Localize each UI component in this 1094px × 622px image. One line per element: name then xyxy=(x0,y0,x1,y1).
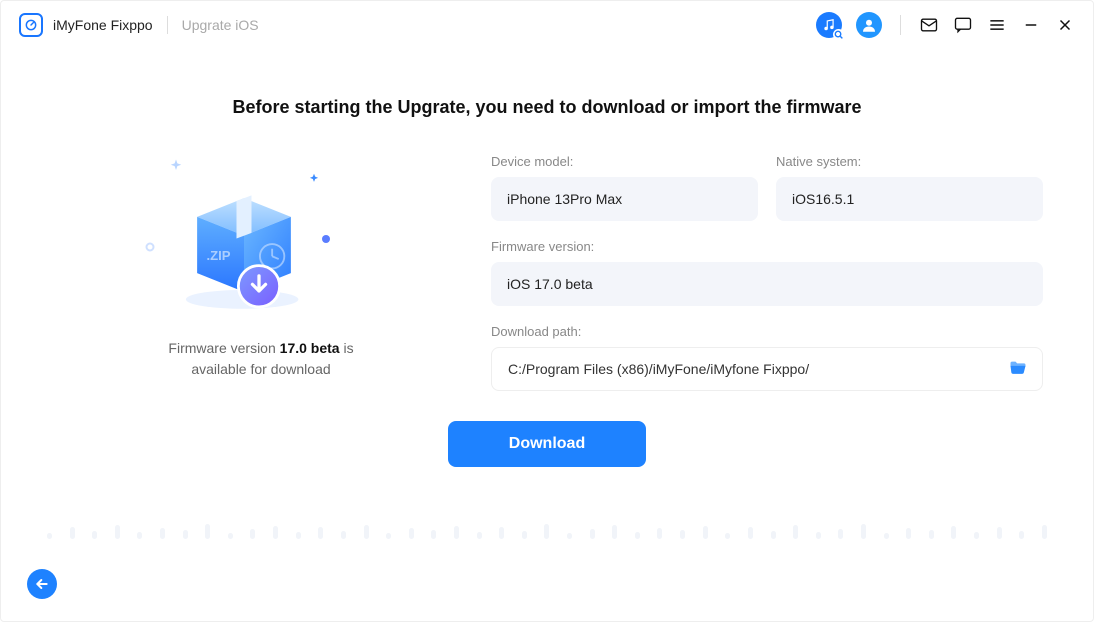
page-headline: Before starting the Upgrate, you need to… xyxy=(51,97,1043,118)
breadcrumb-page: Upgrate iOS xyxy=(182,17,259,33)
minimize-icon[interactable] xyxy=(1021,15,1041,35)
decorative-bars xyxy=(11,524,1083,539)
browse-folder-icon[interactable] xyxy=(1008,358,1028,381)
download-button[interactable]: Download xyxy=(448,421,646,467)
download-path-label: Download path: xyxy=(491,324,1043,339)
title-separator xyxy=(167,16,168,34)
svg-text:.ZIP: .ZIP xyxy=(207,248,231,263)
download-path-value: C:/Program Files (x86)/iMyFone/iMyfone F… xyxy=(491,347,1043,391)
app-name: iMyFone Fixppo xyxy=(53,17,153,33)
menu-icon[interactable] xyxy=(987,15,1007,35)
music-icon[interactable] xyxy=(816,12,842,38)
title-separator-2 xyxy=(900,15,901,35)
device-model-label: Device model: xyxy=(491,154,758,169)
native-system-value: iOS16.5.1 xyxy=(776,177,1043,221)
firmware-illustration: .ZIP xyxy=(141,154,381,324)
firmware-availability-text: Firmware version 17.0 beta is available … xyxy=(168,338,353,380)
firmware-version-label: Firmware version: xyxy=(491,239,1043,254)
app-logo-icon xyxy=(19,13,43,37)
firmware-version-value[interactable]: iOS 17.0 beta xyxy=(491,262,1043,306)
close-icon[interactable] xyxy=(1055,15,1075,35)
device-model-value: iPhone 13Pro Max xyxy=(491,177,758,221)
mail-icon[interactable] xyxy=(919,15,939,35)
feedback-icon[interactable] xyxy=(953,15,973,35)
profile-icon[interactable] xyxy=(856,12,882,38)
native-system-label: Native system: xyxy=(776,154,1043,169)
back-button[interactable] xyxy=(27,569,57,599)
